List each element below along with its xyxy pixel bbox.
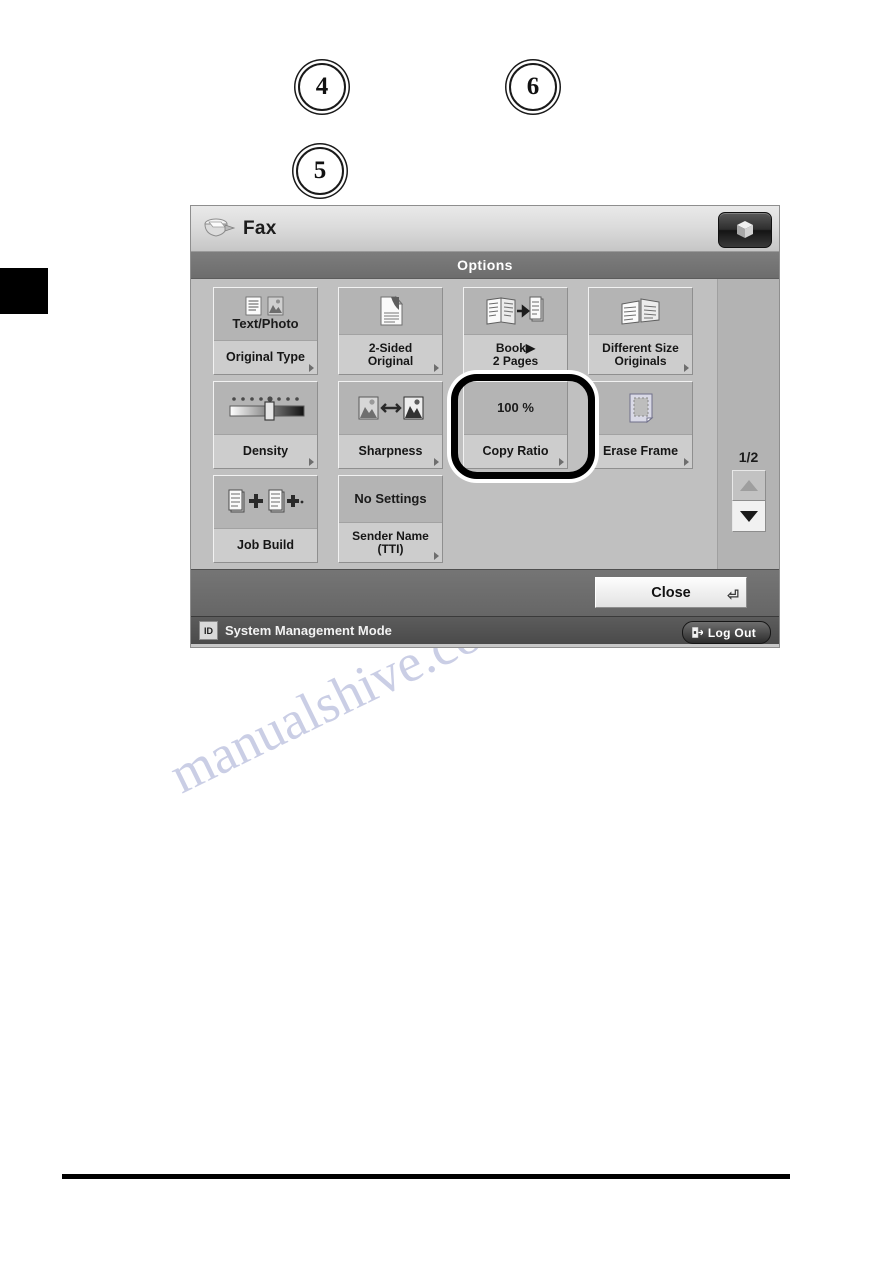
chevron-right-icon	[434, 552, 439, 560]
exit-icon	[692, 627, 703, 638]
density-label: Density	[242, 443, 289, 458]
book-to-pages-icon-area	[464, 288, 567, 335]
id-badge: ID	[199, 621, 218, 640]
options-header: Options	[191, 252, 779, 279]
option-button-book-to-two-pages[interactable]: Book▶ 2 Pages	[463, 287, 568, 375]
scroll-up-button[interactable]	[731, 470, 766, 501]
different-size-icon-area	[589, 288, 692, 335]
option-button-density[interactable]: Density	[213, 381, 318, 469]
scroll-down-button[interactable]	[731, 501, 766, 532]
density-slider-icon	[229, 396, 304, 421]
page-bottom-rule	[62, 1174, 790, 1179]
copy-ratio-value-area: 100 %	[464, 382, 567, 435]
close-button-label: Close	[651, 584, 691, 601]
fax-options-screen: Fax Options Text/Photo Original Type 2-S…	[190, 205, 780, 648]
scroll-column: 1/2	[717, 279, 779, 569]
copy-ratio-value: 100 %	[497, 399, 534, 415]
folded-page-icon	[380, 295, 403, 326]
log-out-button[interactable]: Log Out	[681, 621, 771, 644]
step-callout-5-label: 5	[313, 157, 327, 184]
copy-ratio-label: Copy Ratio	[482, 443, 549, 458]
erase-frame-label: Erase Frame	[602, 443, 679, 458]
chapter-tab-marker	[0, 268, 48, 314]
screen-footer: Close ⏎	[191, 569, 779, 616]
status-bar: ID System Management Mode Log Out	[191, 616, 779, 644]
close-button[interactable]: Close ⏎	[595, 577, 747, 608]
screen-title: Fax	[243, 217, 277, 239]
option-button-sharpness[interactable]: Sharpness	[338, 381, 443, 469]
density-icon-area	[214, 382, 317, 435]
chevron-right-icon	[434, 458, 439, 466]
enter-glyph-icon: ⏎	[727, 587, 739, 603]
sharpness-icon-area	[339, 382, 442, 435]
text-photo-icon	[246, 296, 284, 316]
step-callout-5: 5	[296, 147, 344, 195]
cube-icon-button[interactable]	[718, 212, 772, 248]
option-button-job-build[interactable]: Job Build	[213, 475, 318, 563]
job-build-label: Job Build	[237, 537, 294, 552]
different-size-label: Different Size Originals	[602, 340, 679, 368]
sender-name-label: Sender Name (TTI)	[352, 528, 429, 556]
option-button-two-sided-original[interactable]: 2-Sided Original	[338, 287, 443, 375]
screen-titlebar: Fax	[191, 206, 779, 252]
original-type-label: Original Type	[226, 349, 305, 364]
book-to-pages-icon	[486, 296, 543, 325]
step-callout-4-label: 4	[315, 73, 329, 100]
step-callout-6-label: 6	[526, 73, 540, 100]
triangle-up-icon	[739, 480, 758, 491]
sender-name-value: No Settings	[354, 490, 427, 506]
book-to-pages-label: Book▶ 2 Pages	[492, 340, 539, 368]
sharpness-label: Sharpness	[358, 443, 423, 458]
erase-frame-icon-area	[589, 382, 692, 435]
options-header-label: Options	[457, 257, 513, 273]
chevron-right-icon	[559, 458, 564, 466]
option-button-sender-name[interactable]: No Settings Sender Name (TTI)	[338, 475, 443, 563]
options-grid: Text/Photo Original Type 2-Sided Origina…	[213, 287, 779, 563]
system-mode-text: System Management Mode	[225, 623, 392, 638]
original-type-value-area: Text/Photo	[214, 288, 317, 341]
chevron-right-icon	[684, 364, 689, 372]
chevron-right-icon	[684, 458, 689, 466]
step-callout-4: 4	[298, 63, 346, 111]
log-out-label: Log Out	[707, 625, 756, 640]
option-button-copy-ratio[interactable]: 100 % Copy Ratio	[463, 381, 568, 469]
option-button-original-type[interactable]: Text/Photo Original Type	[213, 287, 318, 375]
option-button-erase-frame[interactable]: Erase Frame	[588, 381, 693, 469]
options-body: Text/Photo Original Type 2-Sided Origina…	[191, 279, 779, 569]
sharpness-icon	[358, 396, 423, 420]
job-build-icon	[228, 489, 303, 513]
sender-name-value-area: No Settings	[339, 476, 442, 523]
step-callout-6: 6	[509, 63, 557, 111]
original-type-value: Text/Photo	[232, 316, 299, 332]
chevron-right-icon	[434, 364, 439, 372]
chevron-right-icon	[309, 364, 314, 372]
different-size-icon	[621, 298, 659, 325]
option-button-different-size-originals[interactable]: Different Size Originals	[588, 287, 693, 375]
two-sided-label: 2-Sided Original	[367, 340, 414, 368]
erase-frame-icon	[629, 393, 653, 424]
triangle-down-icon	[739, 510, 758, 522]
page-indicator: 1/2	[738, 449, 759, 465]
fax-machine-icon	[203, 216, 237, 242]
chevron-right-icon	[309, 458, 314, 466]
two-sided-icon-area	[339, 288, 442, 335]
job-build-icon-area	[214, 476, 317, 529]
cube-icon	[737, 221, 753, 238]
